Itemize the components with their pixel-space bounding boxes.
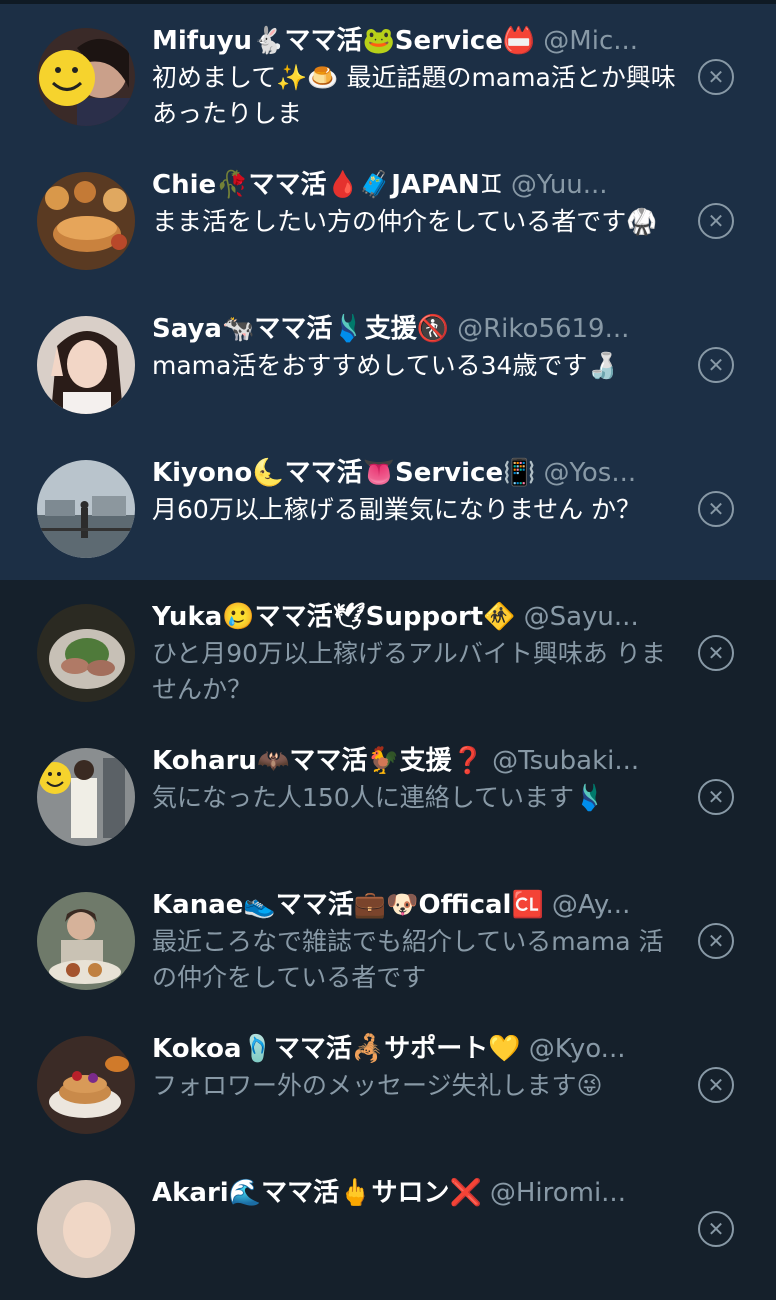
sender-handle: @Riko5619...: [457, 314, 630, 344]
sender-header: Kokoa🩴ママ活🦂サポート💛 @Kyo...: [152, 1029, 672, 1069]
dismiss-request-button[interactable]: ✕: [698, 59, 734, 95]
sender-name: Akari🌊ママ活🖕サロン❌: [152, 1178, 482, 1208]
sender-header: Mifuyu🐇ママ活🐸Service📛 @Mic...: [152, 21, 672, 61]
dismiss-request-button[interactable]: ✕: [698, 923, 734, 959]
sender-name: Kokoa🩴ママ活🦂サポート💛: [152, 1034, 521, 1064]
message-request-row[interactable]: Yuka🥲ママ活🕊Support🚸 @Sayu... ひと月90万以上稼げるアルバイ…: [0, 580, 776, 724]
message-preview: 最近ころなで雑誌でも紹介しているmama 活の仲介をしている者です: [152, 927, 664, 992]
message-preview: フォロワー外のメッセージ失礼します😜: [152, 1071, 603, 1100]
sender-handle: @Sayu...: [523, 602, 639, 632]
message-request-row[interactable]: Akari🌊ママ活🖕サロン❌ @Hiromi... ✕: [0, 1156, 776, 1300]
close-icon: ✕: [707, 1217, 725, 1241]
sender-header: Saya🐄ママ活🩱支援🚷 @Riko5619...: [152, 309, 672, 349]
avatar[interactable]: [37, 172, 135, 270]
message-request-row[interactable]: Koharu🦇ママ活🐓支援❓ @Tsubaki... 気になった人150人に連絡して…: [0, 724, 776, 868]
sender-handle: @Tsubaki...: [492, 746, 640, 776]
message-preview: 月60万以上稼げる副業気になりません か？: [152, 495, 642, 524]
avatar[interactable]: [37, 1036, 135, 1134]
close-icon: ✕: [707, 641, 725, 665]
sender-name: Koharu🦇ママ活🐓支援❓: [152, 746, 485, 776]
sender-header: Kiyono🌜ママ活👅Service📳 @Yos...: [152, 453, 672, 493]
close-icon: ✕: [707, 209, 725, 233]
dismiss-request-button[interactable]: ✕: [698, 1211, 734, 1247]
close-icon: ✕: [707, 65, 725, 89]
message-request-row[interactable]: Mifuyu🐇ママ活🐸Service📛 @Mic... 初めまして✨🍮 最近話題のm…: [0, 4, 776, 148]
dismiss-request-button[interactable]: ✕: [698, 347, 734, 383]
dismiss-request-button[interactable]: ✕: [698, 1067, 734, 1103]
close-icon: ✕: [707, 929, 725, 953]
sender-handle: @Mic...: [543, 26, 639, 56]
sender-header: Koharu🦇ママ活🐓支援❓ @Tsubaki...: [152, 741, 672, 781]
message-requests-list: Mifuyu🐇ママ活🐸Service📛 @Mic... 初めまして✨🍮 最近話題のm…: [0, 4, 776, 1300]
sender-name: Kiyono🌜ママ活👅Service📳: [152, 458, 536, 488]
message-preview: ひと月90万以上稼げるアルバイト興味あ りませんか？: [152, 639, 666, 704]
avatar[interactable]: [37, 604, 135, 702]
avatar[interactable]: [37, 28, 135, 126]
message-request-row[interactable]: Chie🥀ママ活🩸🧳JAPAN♊ @Yuu... まま活をしたい方の仲介をしている者…: [0, 148, 776, 292]
sender-header: Chie🥀ママ活🩸🧳JAPAN♊ @Yuu...: [152, 165, 672, 205]
sender-header: Yuka🥲ママ活🕊Support🚸 @Sayu...: [152, 597, 672, 637]
avatar[interactable]: [37, 892, 135, 990]
avatar[interactable]: [37, 1180, 135, 1278]
sender-handle: @Ay...: [551, 890, 631, 920]
sender-handle: @Yos...: [543, 458, 637, 488]
sender-header: Kanae👟ママ活💼🐶Offical🆑 @Ay...: [152, 885, 672, 925]
dismiss-request-button[interactable]: ✕: [698, 203, 734, 239]
sender-handle: @Hiromi...: [489, 1178, 626, 1208]
close-icon: ✕: [707, 1073, 725, 1097]
sender-name: Saya🐄ママ活🩱支援🚷: [152, 314, 450, 344]
sender-header: Akari🌊ママ活🖕サロン❌ @Hiromi...: [152, 1173, 672, 1213]
message-request-row[interactable]: Kiyono🌜ママ活👅Service📳 @Yos... 月60万以上稼げる副業気にな…: [0, 436, 776, 580]
message-preview: 気になった人150人に連絡しています🩱: [152, 783, 606, 812]
avatar[interactable]: [37, 460, 135, 558]
avatar[interactable]: [37, 748, 135, 846]
message-request-row[interactable]: Kanae👟ママ活💼🐶Offical🆑 @Ay... 最近ころなで雑誌でも紹介してい…: [0, 868, 776, 1012]
dismiss-request-button[interactable]: ✕: [698, 491, 734, 527]
sender-name: Yuka🥲ママ活🕊Support🚸: [152, 602, 516, 632]
message-preview: まま活をしたい方の仲介をしている者です🥋: [152, 207, 658, 236]
avatar[interactable]: [37, 316, 135, 414]
close-icon: ✕: [707, 497, 725, 521]
message-request-row[interactable]: Saya🐄ママ活🩱支援🚷 @Riko5619... mama活をおすすめしている34…: [0, 292, 776, 436]
message-request-row[interactable]: Kokoa🩴ママ活🦂サポート💛 @Kyo... フォロワー外のメッセージ失礼します😜…: [0, 1012, 776, 1156]
sender-name: Chie🥀ママ活🩸🧳JAPAN♊: [152, 170, 503, 200]
message-preview: 初めまして✨🍮 最近話題のmama活とか興味あったりしま: [152, 63, 676, 128]
dismiss-request-button[interactable]: ✕: [698, 635, 734, 671]
sender-name: Mifuyu🐇ママ活🐸Service📛: [152, 26, 536, 56]
message-preview: mama活をおすすめしている34歳です🍶: [152, 351, 619, 380]
dismiss-request-button[interactable]: ✕: [698, 779, 734, 815]
sender-handle: @Kyo...: [528, 1034, 626, 1064]
close-icon: ✕: [707, 353, 725, 377]
sender-name: Kanae👟ママ活💼🐶Offical🆑: [152, 890, 544, 920]
close-icon: ✕: [707, 785, 725, 809]
sender-handle: @Yuu...: [510, 170, 608, 200]
